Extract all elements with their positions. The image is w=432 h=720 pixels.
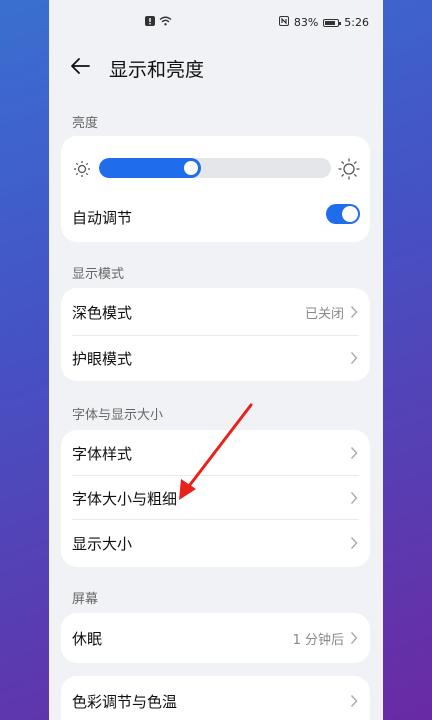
auto-brightness-toggle[interactable] [326,204,360,224]
list-item-eye-comfort[interactable]: 护眼模式 [61,336,370,380]
sun-high-icon [338,158,360,180]
auto-brightness-label: 自动调节 [72,209,133,227]
page-title: 显示和亮度 [109,59,205,81]
battery-percent: 83% [293,16,319,29]
brightness-slider[interactable] [99,158,331,178]
chevron-right-icon [350,447,358,459]
chevron-right-icon [350,695,358,707]
wifi-icon [159,16,172,29]
list-item-value: 1 分钟后 [292,632,344,648]
list-item-value: 已关闭 [304,306,344,322]
list-item-dark-mode[interactable]: 深色模式 已关闭 [61,288,370,336]
list-item-font-style[interactable]: 字体样式 [61,430,370,476]
font-card: 字体样式 字体大小与粗细 显示大小 [61,430,370,567]
brightness-card: 自动调节 [61,136,370,242]
chevron-right-icon [350,537,358,549]
header: 显示和亮度 [49,46,383,86]
chevron-right-icon [350,352,358,364]
brightness-slider-fill [99,158,202,178]
chevron-right-icon [350,306,358,318]
chevron-right-icon [350,492,358,504]
list-item-label: 护眼模式 [72,349,133,368]
list-item-color-temperature[interactable]: 色彩调节与色温 [61,676,370,720]
back-arrow-icon[interactable] [69,54,93,78]
display-mode-card: 深色模式 已关闭 护眼模式 [61,288,370,381]
color-temp-card: 色彩调节与色温 [61,676,370,720]
phone-screen: 83% 5:26 显示和亮度 亮度 自动调节 显示模式 深色模式 已关闭 护眼模… [49,0,383,720]
nfc-icon [278,16,289,29]
list-item-sleep[interactable]: 休眠 1 分钟后 [61,613,370,663]
alert-icon [145,16,155,29]
section-label-screen: 屏幕 [72,592,99,607]
chevron-right-icon [350,632,358,644]
status-bar: 83% 5:26 [49,0,383,46]
sun-low-icon [74,161,90,177]
battery-icon [323,18,342,27]
list-item-label: 显示大小 [72,534,133,553]
section-label-display-mode: 显示模式 [72,267,125,282]
list-item-font-size-weight[interactable]: 字体大小与粗细 [61,476,370,520]
list-item-label: 深色模式 [72,303,133,322]
list-item-label: 字体大小与粗细 [72,489,178,508]
list-item-display-size[interactable]: 显示大小 [61,520,370,566]
brightness-slider-knob[interactable] [184,161,199,175]
sleep-card: 休眠 1 分钟后 [61,613,370,663]
section-label-brightness: 亮度 [72,116,99,131]
list-item-label: 色彩调节与色温 [72,692,178,711]
section-label-font: 字体与显示大小 [72,408,164,423]
list-item-label: 休眠 [72,629,103,648]
list-item-label: 字体样式 [72,444,133,463]
clock: 5:26 [344,16,369,29]
